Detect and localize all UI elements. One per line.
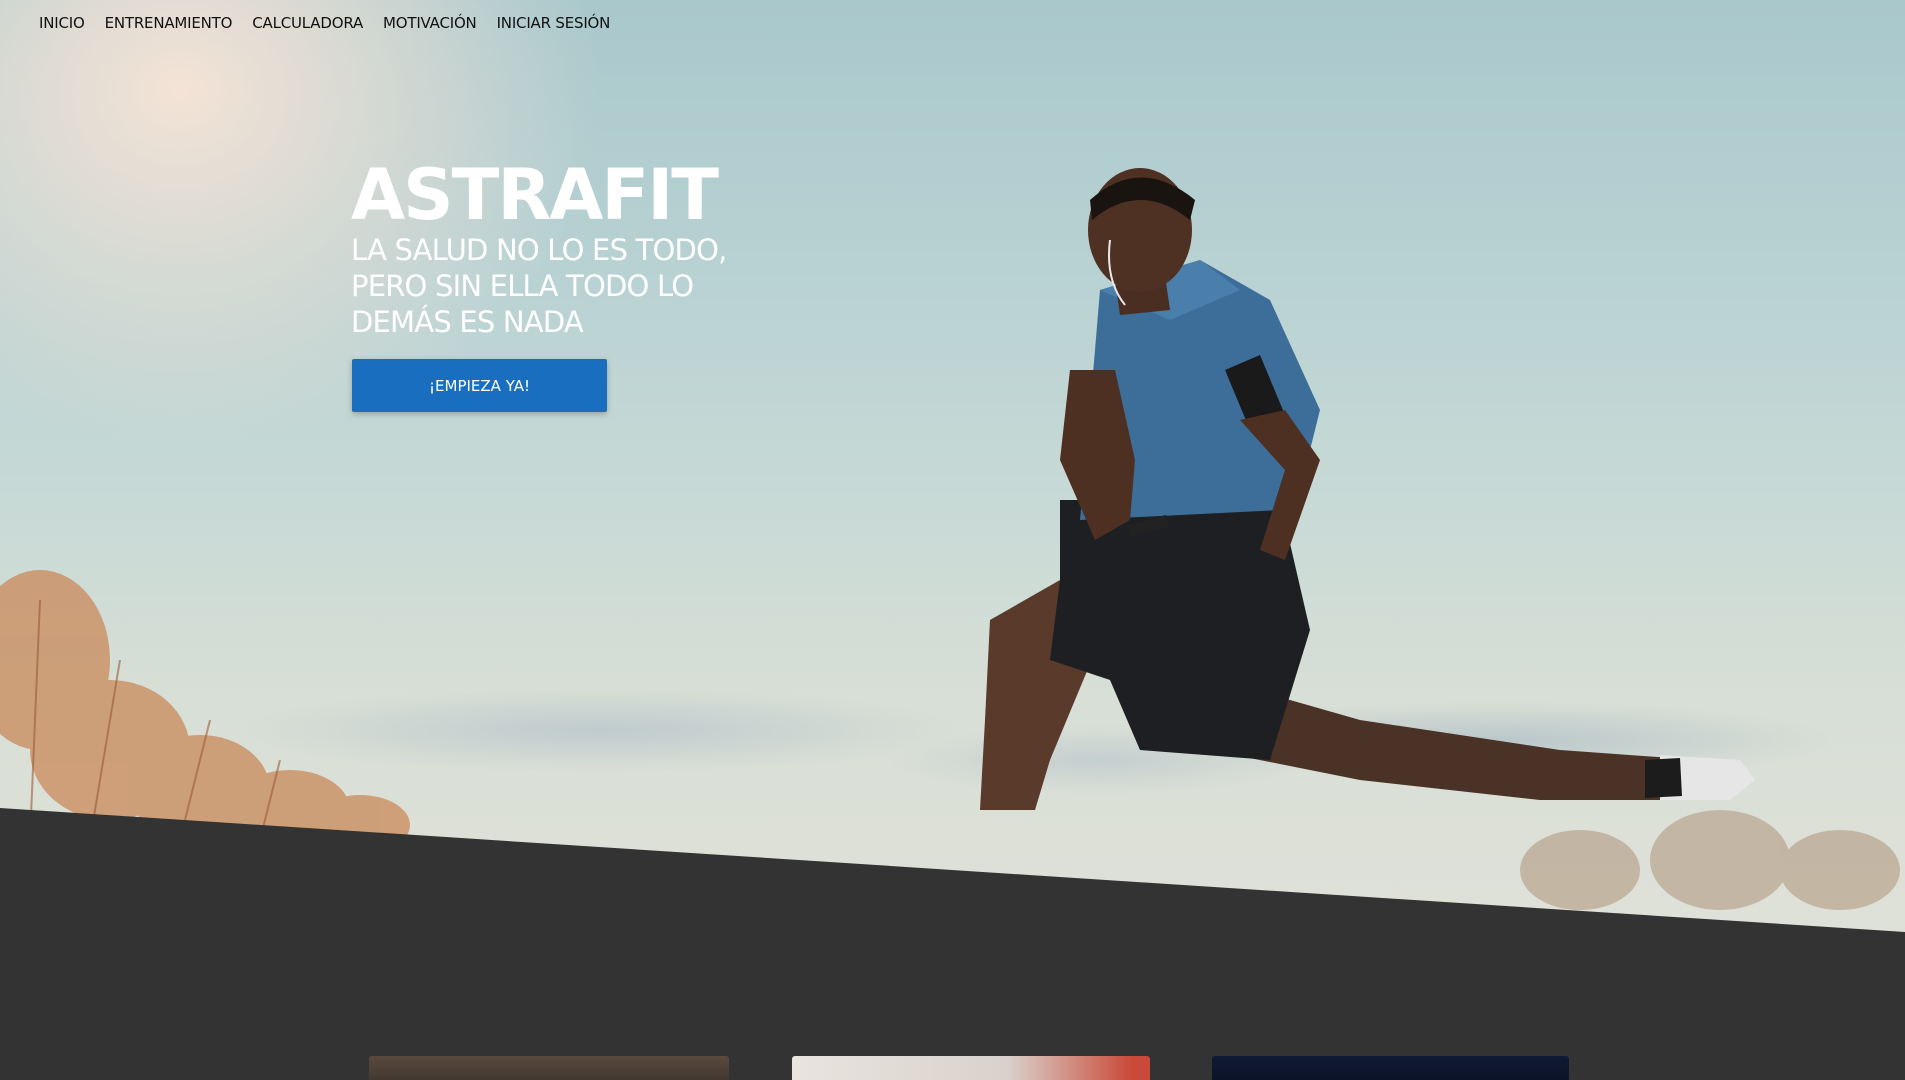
main-nav: INICIO ENTRENAMIENTO CALCULADORA MOTIVAC… — [39, 14, 630, 32]
landing-page: INICIO ENTRENAMIENTO CALCULADORA MOTIVAC… — [0, 0, 1905, 1080]
nav-item-calculadora[interactable]: CALCULADORA — [252, 14, 363, 32]
hero-content: ASTRAFIT LA SALUD NO LO ES TODO, PERO SI… — [351, 160, 791, 340]
nav-item-inicio[interactable]: INICIO — [39, 14, 85, 32]
nav-item-motivacion[interactable]: MOTIVACIÓN — [383, 14, 477, 32]
dark-section-divider — [0, 808, 1905, 1080]
start-now-button[interactable]: ¡EMPIEZA YA! — [352, 359, 607, 412]
feature-card-3[interactable] — [1212, 1056, 1569, 1080]
brand-title: ASTRAFIT — [351, 154, 719, 236]
nav-item-entrenamiento[interactable]: ENTRENAMIENTO — [105, 14, 233, 32]
feature-card-2[interactable] — [792, 1056, 1150, 1080]
hero-tagline: LA SALUD NO LO ES TODO, PERO SIN ELLA TO… — [351, 233, 727, 339]
nav-item-iniciar-sesion[interactable]: INICIAR SESIÓN — [497, 14, 611, 32]
feature-card-1[interactable] — [369, 1056, 729, 1080]
